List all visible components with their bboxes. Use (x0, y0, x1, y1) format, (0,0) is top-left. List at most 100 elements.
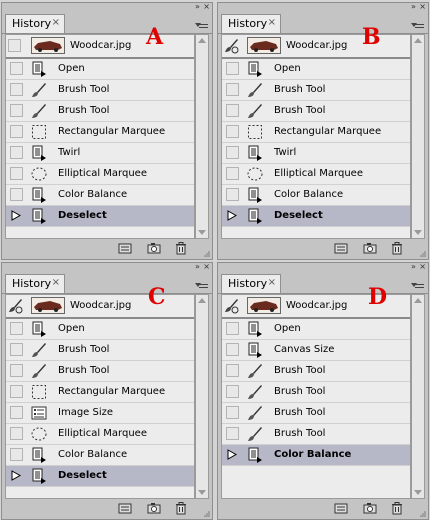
scroll-up-icon[interactable] (198, 38, 206, 43)
panel-title-bar[interactable]: » × (218, 262, 428, 271)
history-step[interactable]: Rectangular Marquee (6, 122, 194, 143)
history-source-box[interactable] (10, 104, 23, 117)
panel-title-bar[interactable]: » × (218, 2, 428, 11)
history-brush-icon[interactable] (8, 298, 24, 314)
history-step[interactable]: Open (6, 319, 194, 340)
scroll-down-icon[interactable] (414, 490, 422, 495)
history-step[interactable]: Open (222, 59, 410, 80)
history-step[interactable]: Brush Tool (222, 382, 410, 403)
history-source-box[interactable] (10, 427, 23, 440)
history-source-box[interactable] (10, 322, 23, 335)
tab-history[interactable]: History × (5, 274, 65, 293)
scroll-down-icon[interactable] (414, 230, 422, 235)
tab-history[interactable]: History × (221, 14, 281, 33)
history-step[interactable]: Canvas Size (222, 340, 410, 361)
vertical-scrollbar[interactable] (411, 294, 425, 499)
tab-history[interactable]: History × (5, 14, 65, 33)
panel-menu-icon[interactable] (195, 22, 209, 32)
history-source-box[interactable] (226, 322, 239, 335)
snapshot-row[interactable]: Woodcar.jpg (222, 35, 410, 59)
vertical-scrollbar[interactable] (411, 34, 425, 239)
history-step[interactable]: Image Size (6, 403, 194, 424)
vertical-scrollbar[interactable] (195, 294, 209, 499)
history-source-box[interactable] (226, 427, 239, 440)
history-state-marker-icon[interactable] (226, 448, 239, 461)
history-step[interactable]: Twirl (222, 143, 410, 164)
history-state-marker-icon[interactable] (226, 209, 239, 222)
panel-menu-icon[interactable] (195, 282, 209, 292)
history-brush-slot[interactable] (8, 39, 21, 52)
history-source-box[interactable] (226, 146, 239, 159)
history-step[interactable]: Rectangular Marquee (6, 382, 194, 403)
history-step[interactable]: Deselect (6, 206, 194, 227)
panel-menu-icon[interactable] (411, 282, 425, 292)
scroll-up-icon[interactable] (414, 298, 422, 303)
history-step[interactable]: Brush Tool (222, 361, 410, 382)
resize-grip-icon[interactable] (418, 509, 426, 517)
scroll-up-icon[interactable] (198, 298, 206, 303)
panel-title-bar[interactable]: » × (2, 262, 212, 271)
history-source-box[interactable] (10, 83, 23, 96)
history-step[interactable]: Deselect (6, 466, 194, 487)
history-source-box[interactable] (10, 62, 23, 75)
history-source-box[interactable] (226, 385, 239, 398)
history-source-box[interactable] (10, 406, 23, 419)
history-state-marker-icon[interactable] (10, 209, 23, 222)
history-step[interactable]: Brush Tool (222, 424, 410, 445)
history-source-box[interactable] (10, 188, 23, 201)
scroll-down-icon[interactable] (198, 490, 206, 495)
history-source-box[interactable] (10, 343, 23, 356)
snapshot-row[interactable]: Woodcar.jpg (6, 35, 194, 59)
history-step[interactable]: Open (6, 59, 194, 80)
history-step[interactable]: Elliptical Marquee (222, 164, 410, 185)
delete-state-icon[interactable] (390, 502, 404, 515)
vertical-scrollbar[interactable] (195, 34, 209, 239)
history-source-box[interactable] (10, 385, 23, 398)
panel-title-bar[interactable]: » × (2, 2, 212, 11)
panel-menu-icon[interactable] (411, 22, 425, 32)
history-source-box[interactable] (10, 364, 23, 377)
new-document-from-state-icon[interactable] (118, 502, 132, 515)
history-step[interactable]: Rectangular Marquee (222, 122, 410, 143)
history-step[interactable]: Brush Tool (6, 101, 194, 122)
snapshot-row[interactable]: Woodcar.jpg (6, 295, 194, 319)
collapse-icon[interactable]: » (195, 3, 202, 11)
delete-state-icon[interactable] (174, 242, 188, 255)
tab-close-icon[interactable]: × (268, 277, 276, 288)
history-source-box[interactable] (226, 167, 239, 180)
history-source-box[interactable] (10, 146, 23, 159)
history-step[interactable]: Elliptical Marquee (6, 424, 194, 445)
new-document-from-state-icon[interactable] (118, 242, 132, 255)
scroll-down-icon[interactable] (198, 230, 206, 235)
history-step[interactable]: Color Balance (6, 445, 194, 466)
history-source-box[interactable] (226, 104, 239, 117)
history-state-marker-icon[interactable] (10, 469, 23, 482)
history-step[interactable]: Brush Tool (222, 80, 410, 101)
history-source-box[interactable] (226, 83, 239, 96)
close-icon[interactable]: × (203, 2, 210, 11)
delete-state-icon[interactable] (174, 502, 188, 515)
new-snapshot-icon[interactable] (147, 502, 161, 515)
tab-history[interactable]: History × (221, 274, 281, 293)
new-snapshot-icon[interactable] (363, 242, 377, 255)
resize-grip-icon[interactable] (202, 249, 210, 257)
history-step[interactable]: Brush Tool (6, 340, 194, 361)
history-step[interactable]: Color Balance (6, 185, 194, 206)
new-snapshot-icon[interactable] (363, 502, 377, 515)
close-icon[interactable]: × (419, 262, 426, 271)
history-step[interactable]: Brush Tool (6, 80, 194, 101)
history-step[interactable]: Brush Tool (6, 361, 194, 382)
resize-grip-icon[interactable] (418, 249, 426, 257)
delete-state-icon[interactable] (390, 242, 404, 255)
history-source-box[interactable] (10, 448, 23, 461)
tab-close-icon[interactable]: × (52, 17, 60, 28)
history-source-box[interactable] (226, 125, 239, 138)
tab-close-icon[interactable]: × (268, 17, 276, 28)
collapse-icon[interactable]: » (195, 263, 202, 271)
history-step[interactable]: Deselect (222, 206, 410, 227)
new-snapshot-icon[interactable] (147, 242, 161, 255)
history-step[interactable]: Open (222, 319, 410, 340)
history-brush-icon[interactable] (224, 298, 240, 314)
history-source-box[interactable] (226, 343, 239, 356)
close-icon[interactable]: × (419, 2, 426, 11)
